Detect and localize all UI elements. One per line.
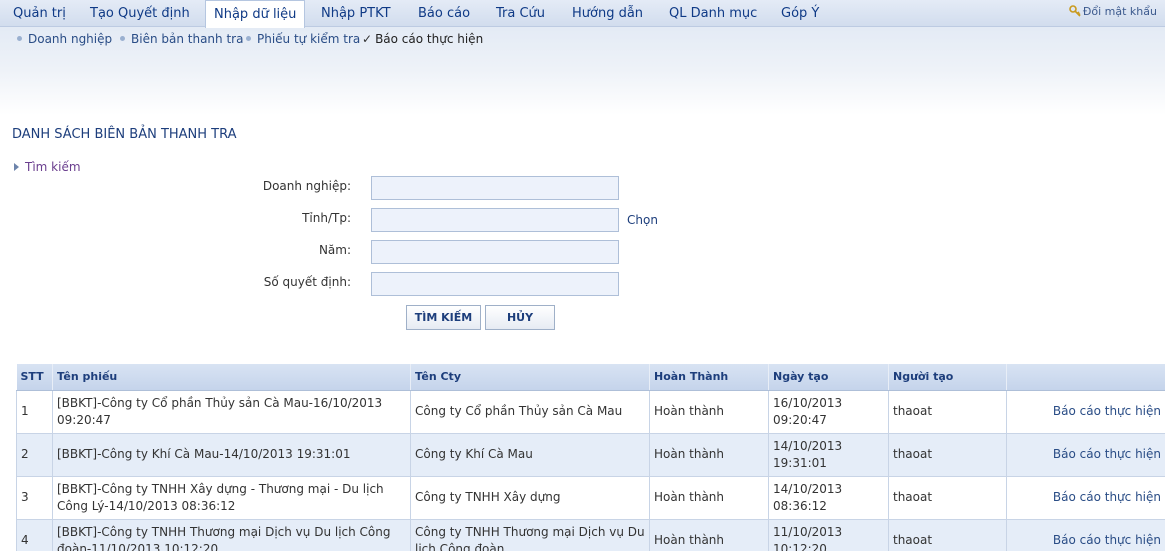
nav-item-tao-quyet-dinh[interactable]: Tạo Quyết định [82,0,198,27]
cell-hoan-thanh: Hoàn thành [649,389,769,434]
page-title: DANH SÁCH BIÊN BẢN THANH TRA [12,127,237,142]
subnav-label: Biên bản thanh tra [131,32,244,46]
cell-ten-cty: Công ty TNHH Xây dựng [410,475,650,520]
cell-ngay-tao: 14/10/2013 08:36:12 [768,475,889,520]
col-header-action [1006,364,1165,391]
results-table: STT Tên phiếu Tên Cty Hoàn Thành Ngày tạ… [16,364,1165,551]
checkmark-icon: ✓ [362,32,373,46]
choose-link[interactable]: Chọn [627,213,658,227]
cell-hoan-thanh: Hoàn thành [649,475,769,520]
nav-item-bao-cao[interactable]: Báo cáo [410,0,478,27]
cell-nguoi-tao: thaoat [888,518,1007,551]
col-header-nguoi-tao: Người tạo [888,364,1007,391]
cell-ten-cty: Công ty Khí Cà Mau [410,432,650,477]
col-header-ten-cty: Tên Cty [410,364,650,391]
search-toggle-label: Tìm kiếm [25,160,81,174]
table-row: 1 [BBKT]-Công ty Cổ phần Thủy sản Cà Mau… [16,389,1165,434]
cell-stt: 3 [16,475,53,520]
label-doanh-nghiep: Doanh nghiệp: [262,179,351,193]
bullet-icon [17,36,22,41]
search-toggle[interactable]: Tìm kiếm [14,160,81,174]
key-icon [1069,5,1081,17]
cell-stt: 4 [16,518,53,551]
col-header-ten-phieu: Tên phiếu [52,364,411,391]
expand-arrow-icon [14,163,19,171]
nav-item-quan-tri[interactable]: Quản trị [5,0,74,27]
cell-ngay-tao: 11/10/2013 10:12:20 [768,518,889,551]
label-so-quyet-dinh: Số quyết định: [263,275,351,289]
nav-item-nhap-ptkt[interactable]: Nhập PTKT [313,0,399,27]
change-password-link[interactable]: Đổi mật khẩu [1069,0,1157,24]
cell-stt: 1 [16,389,53,434]
cell-stt: 2 [16,432,53,477]
report-link[interactable]: Báo cáo thực hiện [1053,447,1161,461]
cell-nguoi-tao: thaoat [888,432,1007,477]
table-header-row: STT Tên phiếu Tên Cty Hoàn Thành Ngày tạ… [16,364,1165,391]
label-tinh-tp: Tỉnh/Tp: [302,211,351,225]
cell-ten-cty: Công ty TNHH Thương mại Dịch vụ Du lịch … [410,518,650,551]
report-link[interactable]: Báo cáo thực hiện [1053,404,1161,418]
cell-ten-phieu: [BBKT]-Công ty Khí Cà Mau-14/10/2013 19:… [52,432,411,477]
nav-item-huong-dan[interactable]: Hướng dẫn [564,0,651,27]
subnav-label: Báo cáo thực hiện [375,32,484,46]
top-navigation: Quản trị Tạo Quyết định Nhập dữ liệu Nhậ… [0,0,1165,28]
cell-action: Báo cáo thực hiện [1006,518,1165,551]
col-header-hoan-thanh: Hoàn Thành [649,364,769,391]
nav-item-nhap-du-lieu[interactable]: Nhập dữ liệu [205,0,306,28]
table-row: 3 [BBKT]-Công ty TNHH Xây dựng - Thương … [16,475,1165,520]
sub-navigation: Doanh nghiệp Biên bản thanh tra Phiếu tự… [0,27,1165,51]
change-password-label: Đổi mật khẩu [1082,5,1157,18]
report-link[interactable]: Báo cáo thực hiện [1053,490,1161,504]
cancel-button[interactable]: HỦY [485,305,555,330]
subnav-item-bien-ban-thanh-tra[interactable]: Biên bản thanh tra [120,27,243,51]
cell-ten-phieu: [BBKT]-Công ty TNHH Thương mại Dịch vụ D… [52,518,411,551]
cell-ten-phieu: [BBKT]-Công ty Cổ phần Thủy sản Cà Mau-1… [52,389,411,434]
nav-item-tra-cuu[interactable]: Tra Cứu [488,0,553,27]
cell-ten-cty: Công ty Cổ phần Thủy sản Cà Mau [410,389,650,434]
so-quyet-dinh-input[interactable] [371,272,619,296]
col-header-stt: STT [16,364,53,391]
label-nam: Năm: [318,243,351,257]
subnav-item-doanh-nghiep[interactable]: Doanh nghiệp [17,27,112,51]
nav-item-ql-danh-muc[interactable]: QL Danh mục [661,0,765,27]
cell-action: Báo cáo thực hiện [1006,475,1165,520]
tinh-tp-input[interactable] [371,208,619,232]
search-button[interactable]: TÌM KIẾM [406,305,481,330]
nav-item-gop-y[interactable]: Góp Ý [773,0,827,27]
doanh-nghiep-input[interactable] [371,176,619,200]
cell-action: Báo cáo thực hiện [1006,389,1165,434]
col-header-ngay-tao: Ngày tạo [768,364,889,391]
cell-nguoi-tao: thaoat [888,475,1007,520]
subnav-item-phieu-tu-kiem-tra[interactable]: Phiếu tự kiểm tra [246,27,360,51]
table-row: 4 [BBKT]-Công ty TNHH Thương mại Dịch vụ… [16,518,1165,551]
nam-input[interactable] [371,240,619,264]
cell-ngay-tao: 16/10/2013 09:20:47 [768,389,889,434]
bullet-icon [120,36,125,41]
cell-ten-phieu: [BBKT]-Công ty TNHH Xây dựng - Thương mạ… [52,475,411,520]
cell-ngay-tao: 14/10/2013 19:31:01 [768,432,889,477]
table-row: 2 [BBKT]-Công ty Khí Cà Mau-14/10/2013 1… [16,432,1165,477]
cell-hoan-thanh: Hoàn thành [649,518,769,551]
report-link[interactable]: Báo cáo thực hiện [1053,533,1161,547]
subnav-label: Doanh nghiệp [28,32,113,46]
subnav-item-bao-cao-thuc-hien[interactable]: ✓ Báo cáo thực hiện [362,27,483,51]
cell-action: Báo cáo thực hiện [1006,432,1165,477]
subnav-label: Phiếu tự kiểm tra [257,32,361,46]
cell-nguoi-tao: thaoat [888,389,1007,434]
cell-hoan-thanh: Hoàn thành [649,432,769,477]
bullet-icon [246,36,251,41]
